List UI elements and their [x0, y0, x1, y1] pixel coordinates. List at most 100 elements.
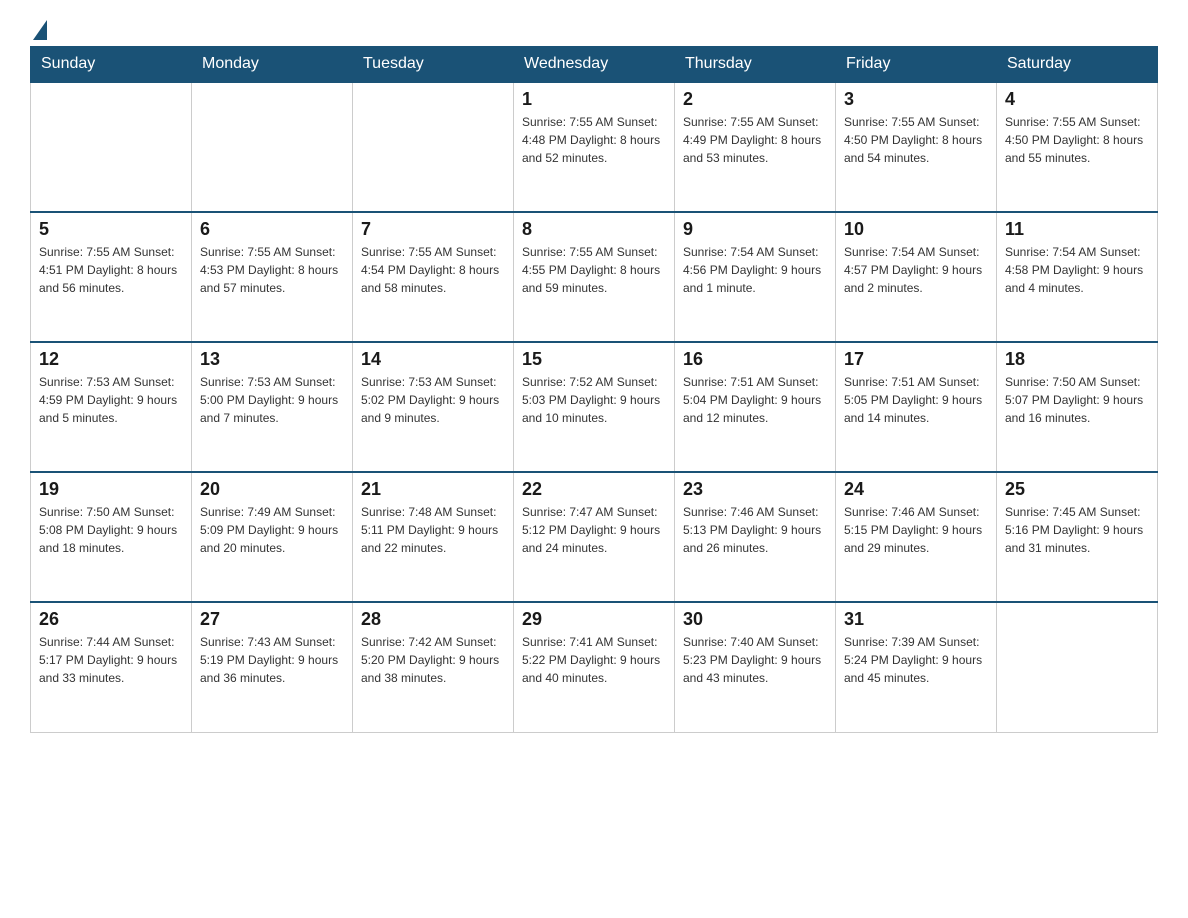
calendar-cell — [997, 602, 1158, 732]
day-number: 27 — [200, 609, 344, 630]
day-number: 7 — [361, 219, 505, 240]
weekday-header-sunday: Sunday — [31, 47, 192, 83]
day-info: Sunrise: 7:46 AM Sunset: 5:15 PM Dayligh… — [844, 503, 988, 557]
day-number: 28 — [361, 609, 505, 630]
day-number: 2 — [683, 89, 827, 110]
calendar-cell: 22 Sunrise: 7:47 AM Sunset: 5:12 PM Dayli… — [514, 472, 675, 602]
weekday-header-thursday: Thursday — [675, 47, 836, 83]
day-number: 12 — [39, 349, 183, 370]
calendar-cell: 16 Sunrise: 7:51 AM Sunset: 5:04 PM Dayli… — [675, 342, 836, 472]
day-info: Sunrise: 7:51 AM Sunset: 5:04 PM Dayligh… — [683, 373, 827, 427]
day-info: Sunrise: 7:53 AM Sunset: 5:00 PM Dayligh… — [200, 373, 344, 427]
day-info: Sunrise: 7:54 AM Sunset: 4:57 PM Dayligh… — [844, 243, 988, 297]
day-info: Sunrise: 7:54 AM Sunset: 4:58 PM Dayligh… — [1005, 243, 1149, 297]
calendar-cell: 15Sunrise: 7:52 AM Sunset: 5:03 PM Dayli… — [514, 342, 675, 472]
day-info: Sunrise: 7:39 AM Sunset: 5:24 PM Dayligh… — [844, 633, 988, 687]
day-number: 18 — [1005, 349, 1149, 370]
day-number: 10 — [844, 219, 988, 240]
calendar-cell: 1 Sunrise: 7:55 AM Sunset: 4:48 PM Daylig… — [514, 82, 675, 212]
weekday-header-monday: Monday — [192, 47, 353, 83]
logo-triangle-icon — [33, 20, 47, 40]
day-number: 8 — [522, 219, 666, 240]
day-number: 17 — [844, 349, 988, 370]
day-number: 5 — [39, 219, 183, 240]
calendar: SundayMondayTuesdayWednesdayThursdayFrid… — [30, 46, 1158, 733]
day-info: Sunrise: 7:55 AM Sunset: 4:53 PM Dayligh… — [200, 243, 344, 297]
calendar-cell: 12Sunrise: 7:53 AM Sunset: 4:59 PM Dayli… — [31, 342, 192, 472]
day-number: 31 — [844, 609, 988, 630]
calendar-cell: 11 Sunrise: 7:54 AM Sunset: 4:58 PM Dayli… — [997, 212, 1158, 342]
calendar-cell: 26Sunrise: 7:44 AM Sunset: 5:17 PM Dayli… — [31, 602, 192, 732]
day-info: Sunrise: 7:50 AM Sunset: 5:07 PM Dayligh… — [1005, 373, 1149, 427]
day-info: Sunrise: 7:47 AM Sunset: 5:12 PM Dayligh… — [522, 503, 666, 557]
calendar-cell: 18 Sunrise: 7:50 AM Sunset: 5:07 PM Dayli… — [997, 342, 1158, 472]
calendar-cell: 4 Sunrise: 7:55 AM Sunset: 4:50 PM Daylig… — [997, 82, 1158, 212]
day-info: Sunrise: 7:42 AM Sunset: 5:20 PM Dayligh… — [361, 633, 505, 687]
day-info: Sunrise: 7:50 AM Sunset: 5:08 PM Dayligh… — [39, 503, 183, 557]
week-row-3: 12Sunrise: 7:53 AM Sunset: 4:59 PM Dayli… — [31, 342, 1158, 472]
week-row-2: 5 Sunrise: 7:55 AM Sunset: 4:51 PM Daylig… — [31, 212, 1158, 342]
day-info: Sunrise: 7:51 AM Sunset: 5:05 PM Dayligh… — [844, 373, 988, 427]
header — [30, 20, 1158, 36]
week-row-4: 19 Sunrise: 7:50 AM Sunset: 5:08 PM Dayli… — [31, 472, 1158, 602]
day-info: Sunrise: 7:41 AM Sunset: 5:22 PM Dayligh… — [522, 633, 666, 687]
weekday-header-saturday: Saturday — [997, 47, 1158, 83]
calendar-cell: 8 Sunrise: 7:55 AM Sunset: 4:55 PM Daylig… — [514, 212, 675, 342]
day-info: Sunrise: 7:55 AM Sunset: 4:50 PM Dayligh… — [844, 113, 988, 167]
day-number: 13 — [200, 349, 344, 370]
day-number: 23 — [683, 479, 827, 500]
day-number: 25 — [1005, 479, 1149, 500]
day-info: Sunrise: 7:43 AM Sunset: 5:19 PM Dayligh… — [200, 633, 344, 687]
day-info: Sunrise: 7:55 AM Sunset: 4:54 PM Dayligh… — [361, 243, 505, 297]
calendar-cell: 23 Sunrise: 7:46 AM Sunset: 5:13 PM Dayli… — [675, 472, 836, 602]
day-number: 14 — [361, 349, 505, 370]
calendar-cell: 25 Sunrise: 7:45 AM Sunset: 5:16 PM Dayli… — [997, 472, 1158, 602]
day-number: 11 — [1005, 219, 1149, 240]
calendar-cell: 7 Sunrise: 7:55 AM Sunset: 4:54 PM Daylig… — [353, 212, 514, 342]
day-info: Sunrise: 7:46 AM Sunset: 5:13 PM Dayligh… — [683, 503, 827, 557]
calendar-cell: 9 Sunrise: 7:54 AM Sunset: 4:56 PM Daylig… — [675, 212, 836, 342]
calendar-cell: 5 Sunrise: 7:55 AM Sunset: 4:51 PM Daylig… — [31, 212, 192, 342]
calendar-cell: 14 Sunrise: 7:53 AM Sunset: 5:02 PM Dayli… — [353, 342, 514, 472]
day-info: Sunrise: 7:44 AM Sunset: 5:17 PM Dayligh… — [39, 633, 183, 687]
day-number: 24 — [844, 479, 988, 500]
week-row-5: 26Sunrise: 7:44 AM Sunset: 5:17 PM Dayli… — [31, 602, 1158, 732]
weekday-header-wednesday: Wednesday — [514, 47, 675, 83]
calendar-cell: 10 Sunrise: 7:54 AM Sunset: 4:57 PM Dayli… — [836, 212, 997, 342]
day-info: Sunrise: 7:55 AM Sunset: 4:50 PM Dayligh… — [1005, 113, 1149, 167]
calendar-cell: 13 Sunrise: 7:53 AM Sunset: 5:00 PM Dayli… — [192, 342, 353, 472]
day-number: 9 — [683, 219, 827, 240]
weekday-header-row: SundayMondayTuesdayWednesdayThursdayFrid… — [31, 47, 1158, 83]
day-info: Sunrise: 7:45 AM Sunset: 5:16 PM Dayligh… — [1005, 503, 1149, 557]
weekday-header-tuesday: Tuesday — [353, 47, 514, 83]
day-info: Sunrise: 7:55 AM Sunset: 4:48 PM Dayligh… — [522, 113, 666, 167]
calendar-cell: 27 Sunrise: 7:43 AM Sunset: 5:19 PM Dayli… — [192, 602, 353, 732]
calendar-cell — [31, 82, 192, 212]
calendar-cell: 6 Sunrise: 7:55 AM Sunset: 4:53 PM Daylig… — [192, 212, 353, 342]
day-number: 4 — [1005, 89, 1149, 110]
day-info: Sunrise: 7:54 AM Sunset: 4:56 PM Dayligh… — [683, 243, 827, 297]
day-number: 19 — [39, 479, 183, 500]
day-number: 15 — [522, 349, 666, 370]
calendar-cell — [192, 82, 353, 212]
day-info: Sunrise: 7:55 AM Sunset: 4:55 PM Dayligh… — [522, 243, 666, 297]
day-info: Sunrise: 7:48 AM Sunset: 5:11 PM Dayligh… — [361, 503, 505, 557]
day-number: 30 — [683, 609, 827, 630]
calendar-cell: 24 Sunrise: 7:46 AM Sunset: 5:15 PM Dayli… — [836, 472, 997, 602]
day-number: 6 — [200, 219, 344, 240]
calendar-cell: 28 Sunrise: 7:42 AM Sunset: 5:20 PM Dayli… — [353, 602, 514, 732]
calendar-cell: 2Sunrise: 7:55 AM Sunset: 4:49 PM Daylig… — [675, 82, 836, 212]
day-number: 1 — [522, 89, 666, 110]
calendar-cell: 29Sunrise: 7:41 AM Sunset: 5:22 PM Dayli… — [514, 602, 675, 732]
day-info: Sunrise: 7:49 AM Sunset: 5:09 PM Dayligh… — [200, 503, 344, 557]
weekday-header-friday: Friday — [836, 47, 997, 83]
calendar-cell — [353, 82, 514, 212]
day-number: 22 — [522, 479, 666, 500]
calendar-cell: 19 Sunrise: 7:50 AM Sunset: 5:08 PM Dayli… — [31, 472, 192, 602]
day-number: 16 — [683, 349, 827, 370]
day-info: Sunrise: 7:55 AM Sunset: 4:51 PM Dayligh… — [39, 243, 183, 297]
day-number: 3 — [844, 89, 988, 110]
logo — [30, 20, 47, 36]
calendar-cell: 20Sunrise: 7:49 AM Sunset: 5:09 PM Dayli… — [192, 472, 353, 602]
day-info: Sunrise: 7:53 AM Sunset: 5:02 PM Dayligh… — [361, 373, 505, 427]
